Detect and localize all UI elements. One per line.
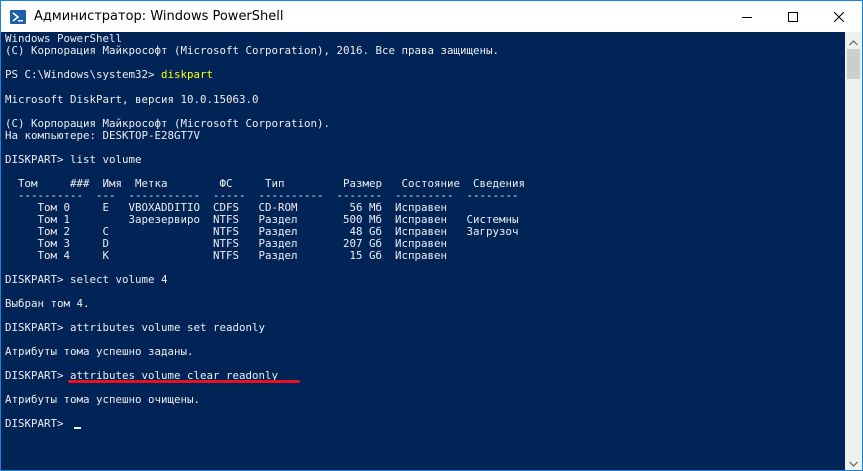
vertical-scrollbar[interactable]	[845, 32, 862, 470]
console-line: Атрибуты тома успешно очищены.	[5, 393, 201, 406]
console-output[interactable]: Windows PowerShell (C) Корпорация Майкро…	[1, 32, 845, 470]
table-row: Том 4 K NTFS Раздел 15 Gб Исправен	[5, 249, 448, 262]
scroll-down-icon	[849, 452, 858, 470]
powershell-window: Администратор: Windows PowerShell Window…	[0, 0, 863, 471]
console-line: DISKPART>	[5, 417, 71, 430]
minimize-button[interactable]	[724, 1, 770, 32]
scroll-up-button[interactable]	[845, 32, 862, 49]
console-line: DISKPART> list volume	[5, 153, 142, 166]
maximize-icon	[788, 7, 798, 26]
red-underline-annotation	[68, 380, 300, 383]
console-line: Microsoft DiskPart, версия 10.0.15063.0	[5, 93, 259, 106]
console-line: Атрибуты тома успешно заданы.	[5, 345, 194, 358]
scroll-thumb[interactable]	[847, 49, 860, 79]
ps-prompt: PS C:\Windows\system32>	[5, 68, 162, 81]
console-line: DISKPART> select volume 4	[5, 273, 168, 286]
console-line: PS C:\Windows\system32> diskpart	[5, 68, 213, 81]
close-icon	[833, 7, 845, 26]
window-title: Администратор: Windows PowerShell	[34, 9, 284, 24]
close-button[interactable]	[816, 1, 862, 32]
scroll-down-button[interactable]	[845, 453, 862, 470]
console-line: На компьютере: DESKTOP-E28GT7V	[5, 129, 201, 142]
scroll-up-icon	[849, 31, 858, 50]
ps-command: diskpart	[161, 68, 214, 81]
title-bar[interactable]: Администратор: Windows PowerShell	[1, 1, 862, 32]
text-cursor	[74, 427, 81, 429]
minimize-icon	[742, 7, 752, 26]
console-line: DISKPART> attributes volume set readonly	[5, 321, 266, 334]
powershell-icon[interactable]	[10, 9, 26, 25]
console-line: (C) Корпорация Майкрософт (Microsoft Cor…	[5, 44, 500, 57]
console-line: Выбран том 4.	[5, 297, 90, 310]
maximize-button[interactable]	[770, 1, 816, 32]
